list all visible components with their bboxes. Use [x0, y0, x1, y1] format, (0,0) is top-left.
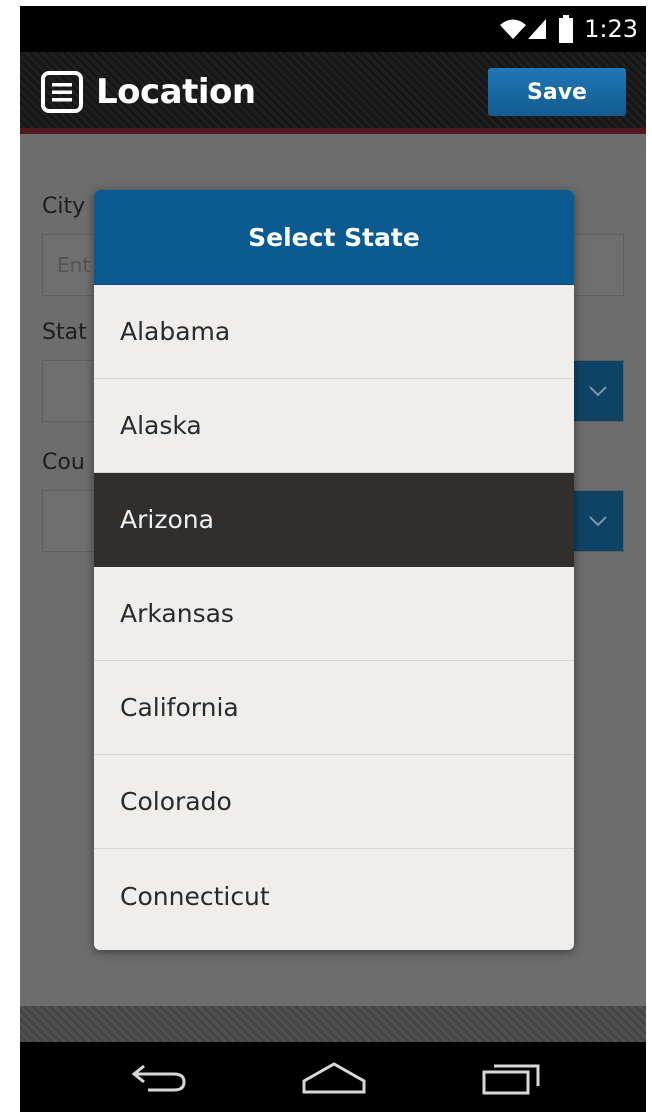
state-label: Stat	[42, 320, 87, 345]
status-bar: 1:23	[20, 6, 646, 52]
status-icons: 1:23	[498, 14, 638, 44]
state-option[interactable]: Alaska	[94, 379, 574, 473]
title-wrap: Location	[40, 68, 256, 116]
home-icon	[302, 1062, 366, 1094]
menu-icon[interactable]	[40, 70, 84, 114]
phone-screen: 1:23 Location Save City Stat	[20, 6, 646, 1112]
state-option[interactable]: California	[94, 661, 574, 755]
city-label: City	[42, 194, 86, 219]
footer-strip	[20, 1006, 646, 1042]
state-option[interactable]: Alabama	[94, 285, 574, 379]
battery-icon	[559, 15, 574, 43]
recent-apps-button[interactable]	[472, 1056, 552, 1100]
state-option[interactable]: Colorado	[94, 755, 574, 849]
state-option[interactable]: Connecticut	[94, 849, 574, 943]
back-icon	[131, 1064, 186, 1092]
wifi-icon	[500, 19, 527, 39]
status-time: 1:23	[584, 15, 638, 43]
state-option[interactable]: Arkansas	[94, 567, 574, 661]
page-title: Location	[96, 72, 256, 112]
save-button[interactable]: Save	[488, 68, 626, 116]
state-option[interactable]: Arizona	[94, 473, 574, 567]
select-state-dialog: Select State Alabama Alaska Arizona Arka…	[94, 190, 574, 950]
state-dropdown-button[interactable]	[573, 361, 623, 421]
action-bar: Location Save	[20, 52, 646, 134]
navigation-bar	[20, 1042, 646, 1112]
country-label: Cou	[42, 450, 85, 475]
chevron-down-icon	[589, 516, 607, 527]
state-list: Alabama Alaska Arizona Arkansas Californ…	[94, 285, 574, 943]
signal-icon	[528, 19, 547, 39]
recent-apps-icon	[482, 1064, 540, 1095]
country-dropdown-button[interactable]	[573, 491, 623, 551]
chevron-down-icon	[589, 386, 607, 397]
dialog-title: Select State	[94, 190, 574, 285]
back-button[interactable]	[120, 1056, 200, 1100]
home-button[interactable]	[294, 1056, 374, 1100]
